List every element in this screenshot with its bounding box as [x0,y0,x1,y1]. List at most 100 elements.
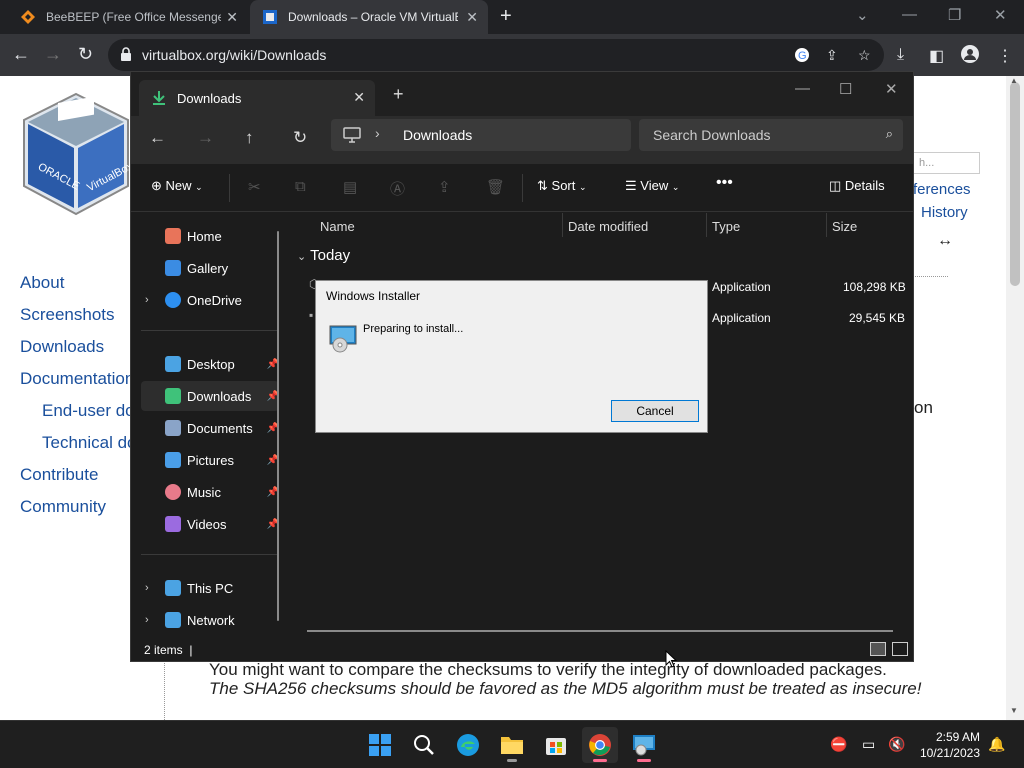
nav-item-onedrive[interactable]: › OneDrive [141,285,279,315]
link-screenshots[interactable]: Screenshots [20,305,115,325]
copy-icon[interactable]: ⧉ [295,178,306,195]
link-preferences[interactable]: ferences [913,181,971,198]
back-icon[interactable]: ← [12,44,30,65]
nav-item-gallery[interactable]: Gallery [141,253,279,283]
maximize-icon[interactable]: ☐ [839,80,852,98]
more-options-icon[interactable]: ••• [716,174,733,192]
address-bar[interactable]: › Downloads [331,119,631,151]
breadcrumb[interactable]: Downloads [403,127,472,143]
nav-item-pictures[interactable]: Pictures 📌 [141,445,279,475]
edge-icon [457,734,479,756]
google-lens-icon[interactable]: G [794,47,810,63]
sort-button[interactable]: ⇅ Sort ⌄ [537,178,587,194]
link-documentation[interactable]: Documentation [20,369,134,389]
nav-item-downloads[interactable]: Downloads 📌 [141,381,279,411]
taskbar-edge-button[interactable] [450,727,486,763]
forward-icon[interactable]: → [44,44,62,65]
nav-item-label: Videos [187,516,227,532]
tiles-view-icon[interactable] [892,642,908,656]
link-community[interactable]: Community [20,497,106,517]
taskbar-chrome-button[interactable] [582,727,618,763]
minimize-icon[interactable]: — [795,80,810,97]
refresh-icon[interactable]: ↻ [293,128,307,148]
chevron-right-icon[interactable]: › [145,614,149,626]
view-button[interactable]: ☰ View ⌄ [625,178,679,194]
resize-arrow-icon: ↔ [937,232,953,249]
page-scrollbar-thumb[interactable] [1010,82,1020,286]
details-button[interactable]: ◫ Details [829,178,885,194]
column-divider[interactable] [826,213,827,237]
taskbar-store-button[interactable] [538,727,574,763]
link-downloads[interactable]: Downloads [20,337,104,357]
nav-scrollbar[interactable] [277,231,279,621]
wiki-search-input[interactable]: h... [912,152,980,174]
close-tab-icon[interactable]: ✕ [466,9,478,26]
nav-item-network[interactable]: › Network [141,605,279,635]
column-divider[interactable] [706,213,707,237]
address-bar[interactable]: virtualbox.org/wiki/Downloads G ⇪ ☆ [108,39,884,71]
cut-icon[interactable]: ✂ [248,178,261,196]
search-input[interactable]: Search Downloads ⌕ [639,119,903,151]
paste-icon[interactable]: ▤ [343,178,357,196]
chevron-right-icon[interactable]: › [145,582,149,594]
forward-icon[interactable]: → [197,128,214,148]
side-panel-icon[interactable]: ◧ [929,46,944,66]
cancel-button[interactable]: Cancel [611,400,699,422]
taskbar-installer-button[interactable] [626,727,662,763]
menu-dots-icon[interactable]: ⋮ [997,46,1013,66]
taskbar-file-explorer-button[interactable] [494,727,530,763]
profile-icon[interactable] [961,45,979,63]
close-window-icon[interactable]: ✕ [885,80,898,98]
explorer-tab-downloads[interactable]: Downloads ✕ [139,80,375,116]
group-header-today[interactable]: ⌄ Today [297,247,350,264]
column-header-size[interactable]: Size [832,219,857,234]
column-header-name[interactable]: Name [320,219,355,234]
reload-icon[interactable]: ↻ [78,44,93,65]
new-tab-icon[interactable]: + [500,5,512,28]
browser-tab-beebeep[interactable]: BeeBEEP (Free Office Messenger) ✕ [8,0,248,34]
delete-icon[interactable]: 🗑 [486,178,505,196]
notifications-bell-icon[interactable]: 🔔 [988,736,1005,753]
share-icon[interactable]: ⇪ [438,178,451,196]
nav-item-home[interactable]: Home [141,221,279,251]
horizontal-scrollbar[interactable] [307,630,893,632]
column-header-date-modified[interactable]: Date modified [568,219,648,234]
display-icon[interactable]: ▭ [862,736,875,753]
chevron-right-icon[interactable]: › [145,294,149,306]
close-window-icon[interactable]: ✕ [994,6,1007,24]
minimize-icon[interactable]: — [902,6,917,23]
link-contribute[interactable]: Contribute [20,465,98,485]
nav-item-documents[interactable]: Documents 📌 [141,413,279,443]
download-icon[interactable]: ⤓ [897,46,904,64]
column-header-type[interactable]: Type [712,219,740,234]
back-icon[interactable]: ← [149,128,166,148]
rename-icon[interactable]: Ⓐ [390,178,405,199]
close-tab-icon[interactable]: ✕ [353,89,365,106]
column-divider[interactable] [562,213,563,237]
bookmark-star-icon[interactable]: ☆ [858,47,874,63]
tab-search-icon[interactable]: ⌄ [856,6,869,24]
nav-item-music[interactable]: Music 📌 [141,477,279,507]
pictures-icon [165,452,181,468]
nav-item-this-pc[interactable]: › This PC [141,573,279,603]
up-icon[interactable]: ↑ [245,128,254,148]
no-network-icon[interactable]: ⛔ [830,736,847,753]
details-view-icon[interactable] [870,642,886,656]
clock[interactable]: 2:59 AM 10/21/2023 [918,729,980,761]
new-button[interactable]: ⊕ New ⌄ [151,178,203,194]
restore-icon[interactable]: ❐ [948,6,961,24]
start-button[interactable] [362,727,398,763]
item-count: 2 items | [144,643,193,657]
nav-item-videos[interactable]: Videos 📌 [141,509,279,539]
new-tab-icon[interactable]: + [393,84,404,105]
volume-muted-icon[interactable]: 🔇 [888,736,905,753]
taskbar-search-button[interactable] [406,727,442,763]
nav-item-desktop[interactable]: Desktop 📌 [141,349,279,379]
link-history[interactable]: History [921,204,968,221]
scroll-down-icon[interactable]: ▼ [1010,706,1018,715]
share-icon[interactable]: ⇪ [826,47,842,63]
browser-tab-virtualbox[interactable]: Downloads – Oracle VM VirtualBox ✕ [250,0,488,34]
close-tab-icon[interactable]: ✕ [226,9,238,26]
link-about[interactable]: About [20,273,64,293]
scroll-up-icon[interactable]: ▲ [1010,76,1018,85]
